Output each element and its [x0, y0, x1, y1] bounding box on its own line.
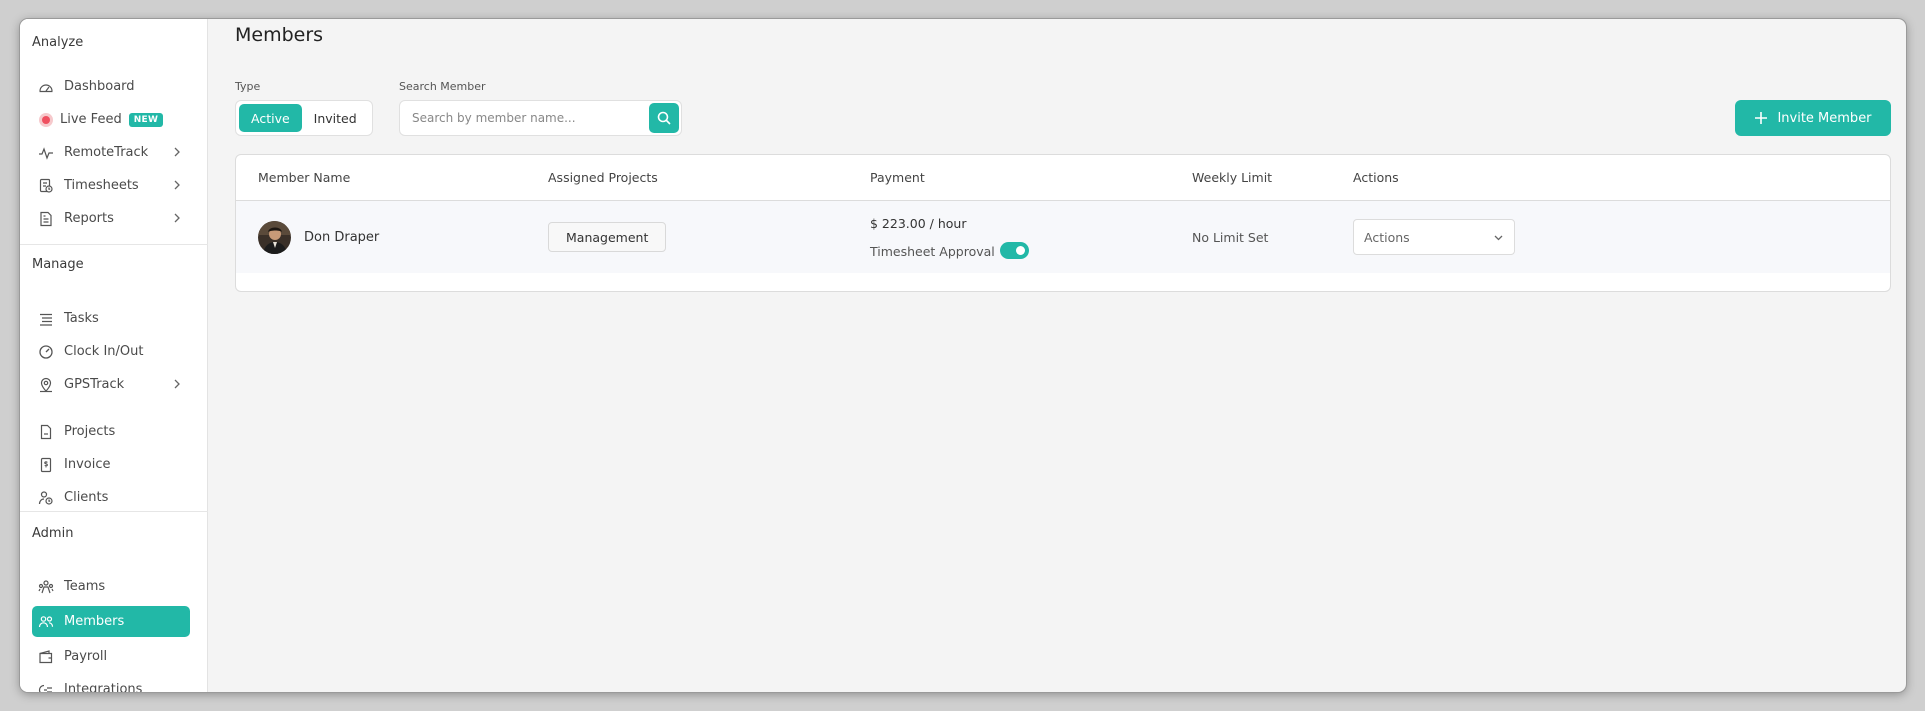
invoice-icon — [37, 456, 55, 474]
divider — [20, 244, 208, 245]
sidebar: Analyze Dashboard Live Feed NEW RemoteTr… — [20, 19, 208, 692]
header-member-name: Member Name — [258, 170, 351, 185]
sidebar-item-label: Clock In/Out — [64, 344, 144, 359]
sidebar-item-tasks[interactable]: Tasks — [32, 303, 190, 334]
report-icon — [37, 210, 55, 228]
section-title-admin: Admin — [32, 526, 74, 541]
search-label: Search Member — [399, 80, 486, 93]
invite-member-label: Invite Member — [1777, 110, 1872, 126]
search-icon — [657, 111, 671, 125]
location-pin-icon — [37, 376, 55, 394]
sidebar-item-label: Projects — [64, 424, 116, 439]
timesheet-icon — [37, 177, 55, 195]
sidebar-item-dashboard[interactable]: Dashboard — [32, 71, 190, 102]
header-payment: Payment — [870, 170, 925, 185]
payment-rate: $ 223.00 / hour — [870, 216, 967, 231]
sidebar-item-label: Tasks — [64, 311, 99, 326]
search-button[interactable] — [649, 103, 679, 133]
timesheet-approval-label: Timesheet Approval — [870, 244, 995, 259]
search-input[interactable] — [401, 102, 641, 134]
type-label: Type — [235, 80, 261, 93]
table-row: Don Draper Management $ 223.00 / hour Ti… — [236, 201, 1890, 273]
members-table: Member Name Assigned Projects Payment We… — [235, 154, 1891, 292]
sidebar-item-invoice[interactable]: Invoice — [32, 449, 190, 480]
sidebar-item-label: Reports — [64, 211, 114, 226]
sidebar-item-remotetrack[interactable]: RemoteTrack — [32, 137, 190, 168]
app-window: Analyze Dashboard Live Feed NEW RemoteTr… — [20, 19, 1906, 692]
chevron-right-icon — [174, 180, 180, 190]
type-invited-button[interactable]: Invited — [302, 104, 369, 132]
weekly-limit: No Limit Set — [1192, 230, 1269, 245]
sidebar-item-label: Clients — [64, 490, 109, 505]
type-active-button[interactable]: Active — [239, 104, 302, 132]
header-actions: Actions — [1353, 170, 1399, 185]
search-box — [399, 100, 682, 136]
page-title: Members — [235, 24, 324, 46]
section-title-manage: Manage — [32, 257, 84, 272]
chevron-down-icon — [1494, 235, 1503, 241]
sidebar-item-projects[interactable]: Projects — [32, 416, 190, 447]
sidebar-item-timesheets[interactable]: Timesheets — [32, 170, 190, 201]
chevron-right-icon — [174, 379, 180, 389]
sidebar-item-live-feed[interactable]: Live Feed NEW — [32, 104, 190, 135]
sidebar-item-teams[interactable]: Teams — [32, 571, 190, 602]
project-tag[interactable]: Management — [548, 222, 667, 252]
sidebar-item-payroll[interactable]: Payroll — [32, 641, 190, 672]
sidebar-item-clients[interactable]: Clients — [32, 482, 190, 513]
activity-icon — [37, 144, 55, 162]
sidebar-item-clock[interactable]: Clock In/Out — [32, 336, 190, 367]
divider — [20, 511, 208, 512]
header-assigned-projects: Assigned Projects — [548, 170, 658, 185]
live-dot-icon — [37, 111, 55, 129]
sidebar-item-label: GPSTrack — [64, 377, 125, 392]
table-header: Member Name Assigned Projects Payment We… — [236, 155, 1890, 201]
client-icon — [37, 489, 55, 507]
sidebar-item-gpstrack[interactable]: GPSTrack — [32, 369, 190, 400]
sidebar-item-label: Dashboard — [64, 79, 135, 94]
sidebar-item-members[interactable]: Members — [32, 606, 190, 637]
invite-member-button[interactable]: Invite Member — [1735, 100, 1891, 136]
type-toggle: Active Invited — [235, 100, 373, 136]
sidebar-item-integrations[interactable]: Integrations — [32, 674, 190, 692]
main-content: Members Type Active Invited Search Membe… — [208, 19, 1906, 692]
sidebar-item-label: Payroll — [64, 649, 108, 664]
actions-dropdown[interactable]: Actions — [1353, 219, 1515, 255]
avatar[interactable] — [258, 221, 291, 254]
sidebar-item-label: Live Feed — [60, 112, 122, 127]
chevron-right-icon — [174, 213, 180, 223]
timesheet-approval-toggle[interactable] — [1000, 242, 1029, 259]
section-title-analyze: Analyze — [32, 35, 84, 50]
sidebar-item-label: RemoteTrack — [64, 145, 149, 160]
new-badge: NEW — [128, 112, 164, 127]
members-icon — [37, 613, 55, 631]
clock-icon — [37, 343, 55, 361]
sidebar-item-label: Timesheets — [64, 178, 139, 193]
teams-icon — [37, 578, 55, 596]
dashboard-icon — [37, 78, 55, 96]
member-name[interactable]: Don Draper — [304, 230, 379, 245]
wallet-icon — [37, 648, 55, 666]
project-file-icon — [37, 423, 55, 441]
sidebar-item-label: Invoice — [64, 457, 111, 472]
tasks-icon — [37, 310, 55, 328]
actions-dropdown-label: Actions — [1364, 230, 1410, 245]
sidebar-item-label: Teams — [64, 579, 106, 594]
sidebar-item-label: Members — [64, 614, 125, 629]
sidebar-item-label: Integrations — [64, 682, 143, 692]
header-weekly-limit: Weekly Limit — [1192, 170, 1273, 185]
integrations-icon — [37, 681, 55, 692]
sidebar-item-reports[interactable]: Reports — [32, 203, 190, 234]
chevron-right-icon — [174, 147, 180, 157]
plus-icon — [1754, 111, 1768, 125]
